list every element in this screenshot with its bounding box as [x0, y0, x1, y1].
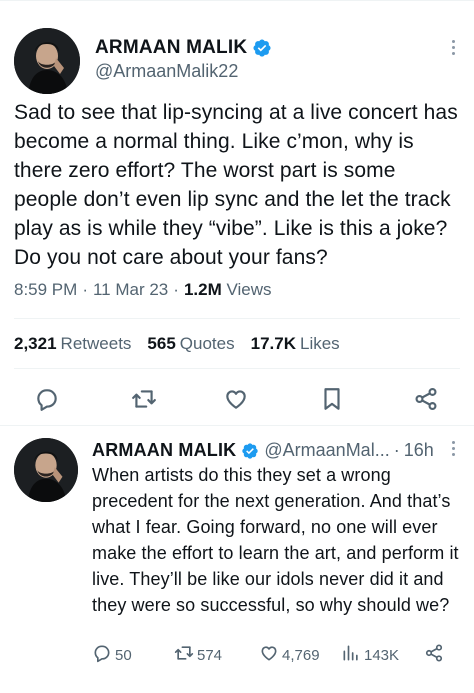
tweet-meta: 8:59 PM · 11 Mar 23 · 1.2M Views — [14, 280, 272, 300]
meta-separator: · — [82, 280, 88, 299]
like-button[interactable]: 4,769 — [259, 643, 320, 667]
reply-text: When artists do this they set a wrong pr… — [92, 465, 459, 615]
share-icon[interactable] — [424, 643, 444, 663]
tweet-date[interactable]: 11 Mar 23 — [93, 280, 168, 300]
divider — [0, 425, 474, 426]
quotes-label: Quotes — [179, 334, 235, 353]
tweet-time[interactable]: 8:59 PM — [14, 280, 77, 300]
verified-badge-icon — [241, 442, 259, 460]
quotes-stat[interactable]: 565 Quotes — [147, 334, 234, 354]
likes-label: Likes — [299, 334, 340, 353]
like-count: 4,769 — [282, 646, 320, 664]
retweets-stat[interactable]: 2,321 Retweets — [14, 334, 131, 354]
retweet-icon[interactable] — [131, 386, 157, 412]
reply-header: ARMAAN MALIK @ArmaanMal... · 16h — [92, 440, 434, 461]
reply-icon — [92, 643, 112, 667]
likes-stat[interactable]: 17.7K Likes — [251, 334, 340, 354]
tweet-text: Sad to see that lip-syncing at a live co… — [14, 101, 458, 269]
verified-badge-icon — [252, 38, 272, 58]
reply-author-name[interactable]: ARMAAN MALIK — [92, 440, 236, 461]
retweet-icon — [174, 643, 194, 667]
reply-author-handle[interactable]: @ArmaanMal... — [264, 440, 389, 461]
header-separator: · — [393, 440, 400, 460]
share-icon[interactable] — [413, 386, 439, 412]
like-icon[interactable] — [223, 386, 249, 412]
more-icon[interactable] — [452, 441, 456, 459]
retweet-count: 574 — [197, 646, 223, 664]
author-name[interactable]: ARMAAN MALIK — [95, 37, 272, 59]
top-divider — [0, 0, 474, 1]
reply-action-bar: 50 574 4,769 143K — [92, 643, 464, 669]
divider — [14, 368, 460, 369]
avatar[interactable] — [14, 28, 80, 94]
engagement-stats: 2,321 Retweets 565 Quotes 17.7K Likes — [14, 334, 340, 354]
views-count: 1.2M — [183, 280, 222, 299]
more-icon[interactable] — [452, 40, 456, 58]
like-icon — [259, 643, 279, 667]
views-label: Views — [226, 280, 272, 299]
retweets-count: 2,321 — [14, 334, 57, 353]
author-handle[interactable]: @ArmaanMalik22 — [95, 61, 238, 82]
reply-time[interactable]: 16h — [404, 440, 434, 461]
quotes-count: 565 — [147, 334, 176, 353]
reply-avatar[interactable] — [14, 438, 78, 502]
retweet-button[interactable]: 574 — [174, 643, 222, 667]
views-button[interactable]: 143K — [341, 643, 399, 667]
reply-icon[interactable] — [34, 386, 60, 412]
reply-button[interactable]: 50 — [92, 643, 132, 667]
views-stat[interactable]: 1.2M Views — [184, 280, 272, 300]
retweets-label: Retweets — [60, 334, 132, 353]
reply-count: 50 — [115, 646, 132, 664]
divider — [14, 318, 460, 319]
likes-count: 17.7K — [250, 334, 296, 353]
views-icon — [341, 643, 361, 667]
views-count: 143K — [364, 646, 400, 664]
author-name-text[interactable]: ARMAAN MALIK — [95, 37, 247, 59]
tweet-action-bar — [0, 378, 474, 418]
meta-separator: · — [173, 280, 179, 299]
bookmark-icon[interactable] — [319, 386, 345, 412]
